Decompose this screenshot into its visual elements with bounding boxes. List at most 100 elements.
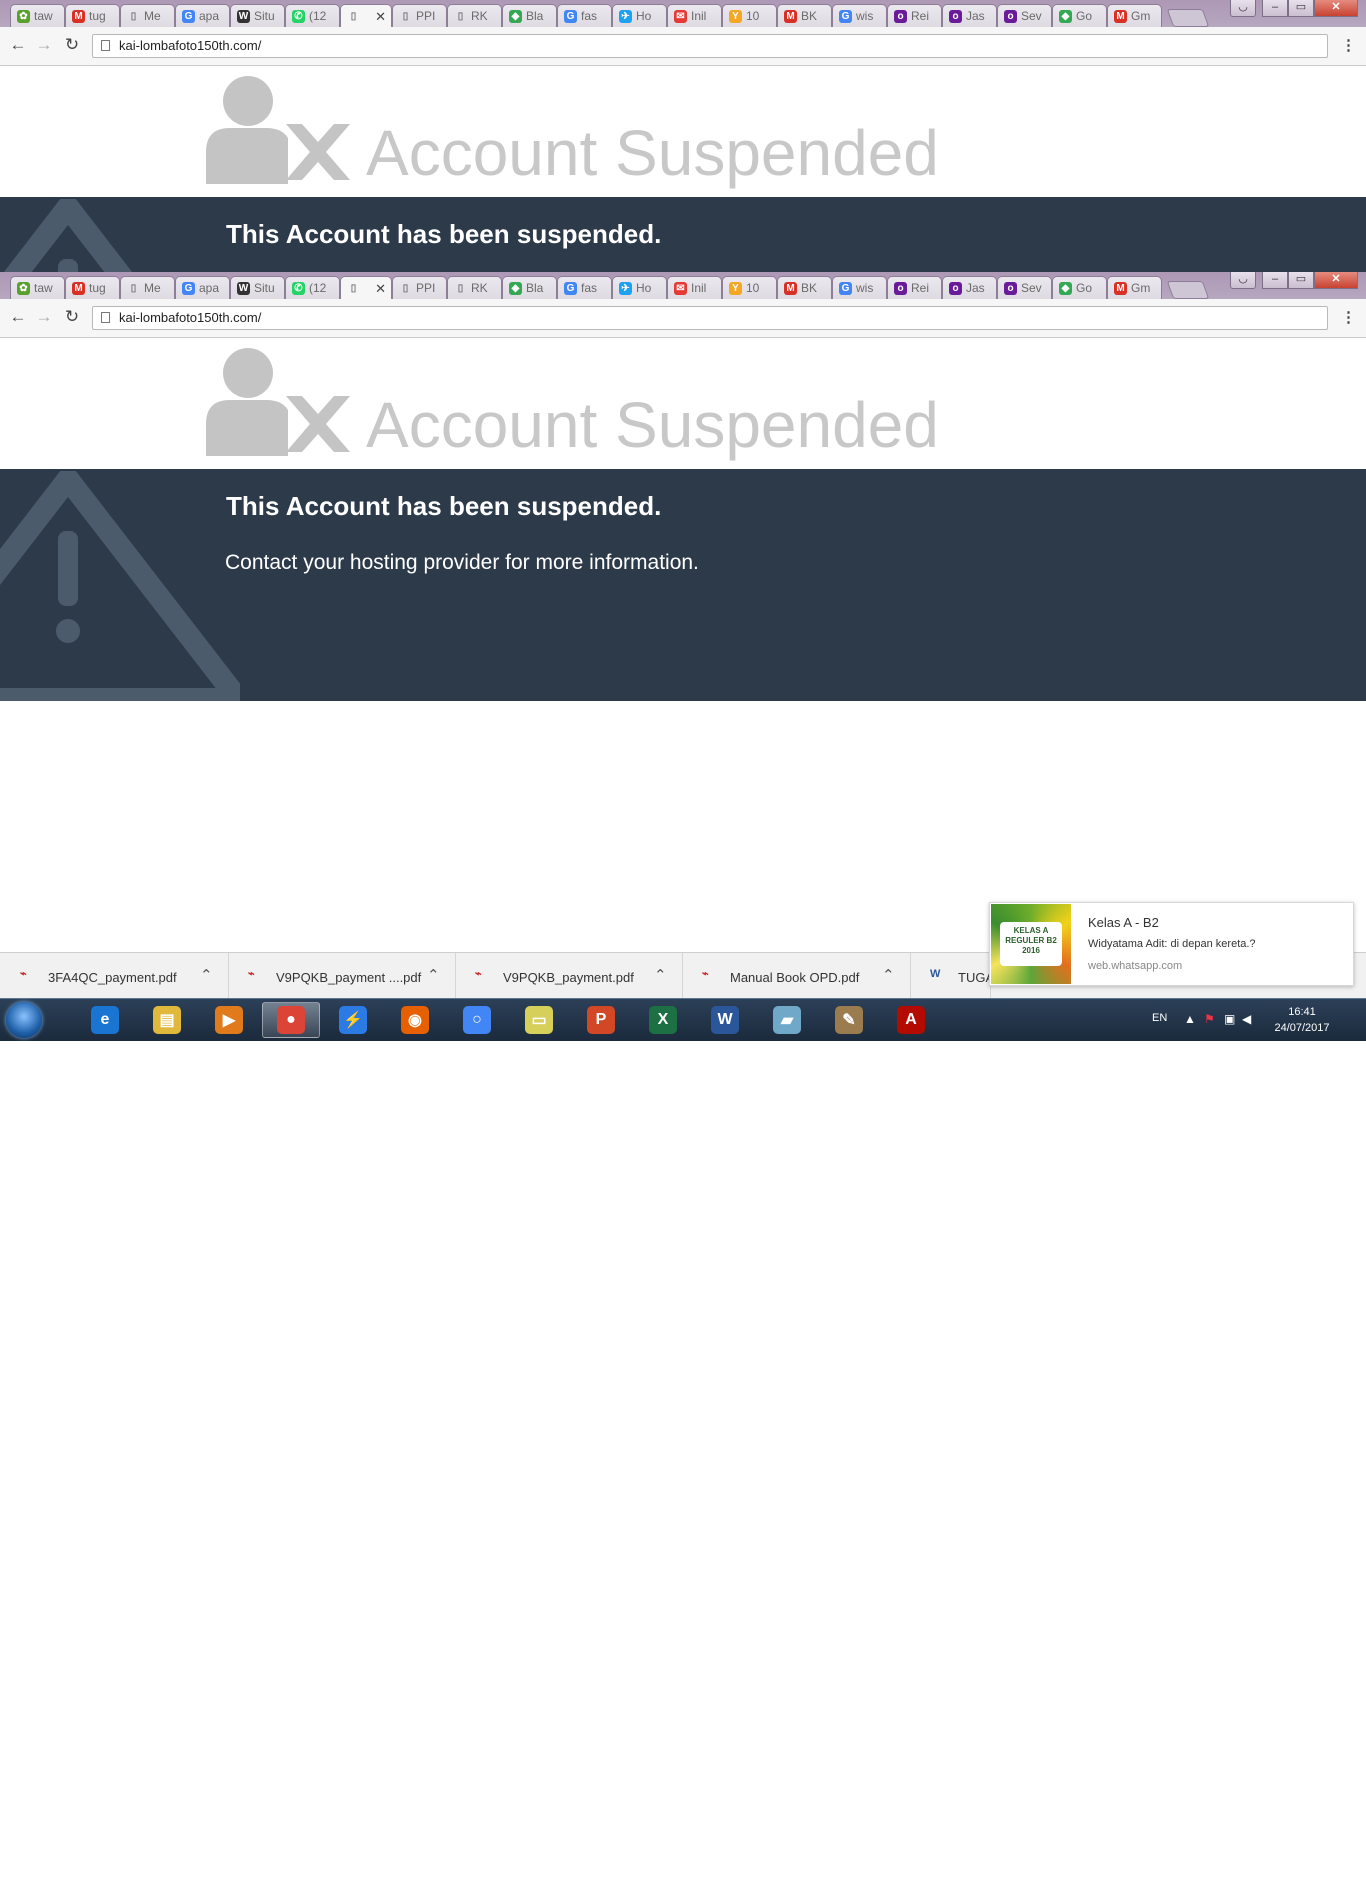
clock[interactable]: 16:41 24/07/2017	[1264, 1004, 1340, 1036]
download-item[interactable]: ⌁ V9PQKB_payment.pdf ⌃	[455, 953, 683, 999]
taskbar-app-button[interactable]: ▤	[138, 1002, 196, 1038]
browser-tab[interactable]: Y 10	[722, 276, 777, 299]
taskbar-app-button[interactable]: ●	[262, 1002, 320, 1038]
close-window-button[interactable]: ✕	[1314, 272, 1358, 289]
browser-tab[interactable]: ◆ Bla	[502, 4, 557, 27]
browser-tab[interactable]: M BK	[777, 276, 832, 299]
forward-icon[interactable]: →	[34, 35, 54, 55]
action-center-flag-icon[interactable]: ⚑	[1204, 1012, 1215, 1026]
browser-tab[interactable]: M Gm	[1107, 276, 1162, 299]
maximize-button[interactable]: ▭	[1288, 0, 1314, 17]
browser-tab[interactable]: ▯ PPI	[392, 4, 447, 27]
avatar-subtext: 2016	[1022, 946, 1040, 955]
taskbar-app-button[interactable]: ▰	[758, 1002, 816, 1038]
browser-tab[interactable]: ✆ (12	[285, 276, 340, 299]
browser-tab[interactable]: Gapa	[175, 4, 230, 27]
browser-tab[interactable]: ▯ ✕	[340, 4, 392, 27]
browser-tab[interactable]: M Gm	[1107, 4, 1162, 27]
close-window-button[interactable]: ✕	[1314, 0, 1358, 17]
reload-icon[interactable]: ↻	[62, 307, 82, 327]
download-item[interactable]: ⌁ 3FA4QC_payment.pdf ⌃	[0, 953, 229, 999]
browser-tab[interactable]: Mtug	[65, 4, 120, 27]
warning-icon	[0, 471, 240, 701]
taskbar-app-button[interactable]: ▭	[510, 1002, 568, 1038]
download-item[interactable]: W TUGAS	[910, 953, 1003, 999]
chevron-up-icon[interactable]: ⌃	[882, 966, 895, 984]
menu-icon[interactable]: ⋮	[1341, 308, 1356, 326]
address-bar[interactable]: kai-lombafoto150th.com/	[92, 306, 1328, 330]
browser-tab[interactable]: o Sev	[997, 4, 1052, 27]
taskbar-app-button[interactable]: W	[696, 1002, 754, 1038]
browser-tab[interactable]: ✆ (12	[285, 4, 340, 27]
new-tab-button[interactable]	[1166, 281, 1210, 299]
browser-tab[interactable]: Gfas	[557, 4, 612, 27]
menu-icon[interactable]: ⋮	[1341, 36, 1356, 54]
back-icon[interactable]: ←	[8, 307, 28, 327]
browser-tab[interactable]: o Jas	[942, 4, 997, 27]
minimize-button[interactable]: –	[1262, 272, 1288, 289]
browser-tab[interactable]: Gapa	[175, 276, 230, 299]
chevron-up-icon[interactable]: ⌃	[200, 966, 213, 984]
browser-tab[interactable]: o Jas	[942, 276, 997, 299]
browser-tab[interactable]: Gfas	[557, 276, 612, 299]
browser-tab[interactable]: ▯ RK	[447, 4, 502, 27]
chevron-up-icon[interactable]: ⌃	[427, 966, 440, 984]
browser-tab[interactable]: ✈ Ho	[612, 276, 667, 299]
download-item[interactable]: ⌁ Manual Book OPD.pdf ⌃	[682, 953, 911, 999]
language-indicator[interactable]: EN	[1152, 1012, 1167, 1024]
chevron-up-icon[interactable]: ⌃	[654, 966, 667, 984]
browser-tab[interactable]: ✈ Ho	[612, 4, 667, 27]
browser-tab[interactable]: Gwis	[832, 276, 887, 299]
browser-tab[interactable]: ▯ ✕	[340, 276, 392, 299]
browser-tab[interactable]: ◆ Bla	[502, 276, 557, 299]
taskbar-app-button[interactable]: X	[634, 1002, 692, 1038]
browser-tab[interactable]: ◆ Go	[1052, 276, 1107, 299]
taskbar-app-button[interactable]: ○	[448, 1002, 506, 1038]
taskbar-app-button[interactable]: ✎	[820, 1002, 878, 1038]
browser-tab[interactable]: M BK	[777, 4, 832, 27]
new-tab-button[interactable]	[1166, 9, 1210, 27]
browser-tab[interactable]: ▯ RK	[447, 276, 502, 299]
address-bar[interactable]: kai-lombafoto150th.com/	[92, 34, 1328, 58]
tab-label: (12	[309, 281, 327, 295]
browser-tab[interactable]: ✿ taw	[10, 276, 65, 299]
browser-tab[interactable]: ✉ Inil	[667, 276, 722, 299]
gmail-icon: M	[1114, 9, 1127, 23]
browser-tab[interactable]: W Situ	[230, 4, 285, 27]
profile-icon[interactable]: ◡	[1230, 272, 1256, 289]
back-icon[interactable]: ←	[8, 35, 28, 55]
taskbar-app-button[interactable]: ▶	[200, 1002, 258, 1038]
download-item[interactable]: ⌁ V9PQKB_payment ....pdf ⌃	[228, 953, 456, 999]
browser-tab[interactable]: Gwis	[832, 4, 887, 27]
close-tab-icon[interactable]: ✕	[375, 281, 386, 297]
network-icon[interactable]: ▣	[1224, 1012, 1235, 1026]
volume-icon[interactable]: ◀	[1242, 1012, 1251, 1026]
browser-tab[interactable]: Mtug	[65, 276, 120, 299]
reload-icon[interactable]: ↻	[62, 35, 82, 55]
browser-tab[interactable]: o Sev	[997, 276, 1052, 299]
forward-icon[interactable]: →	[34, 307, 54, 327]
browser-tab[interactable]: ▯ Me	[120, 4, 175, 27]
taskbar-app-button[interactable]: ◉	[386, 1002, 444, 1038]
taskbar-app-button[interactable]: P	[572, 1002, 630, 1038]
browser-tab[interactable]: ▯ Me	[120, 276, 175, 299]
taskbar-app-button[interactable]: A	[882, 1002, 940, 1038]
browser-tab[interactable]: ✿ taw	[10, 4, 65, 27]
browser-tab[interactable]: ✉ Inil	[667, 4, 722, 27]
browser-tab[interactable]: o Rei	[887, 4, 942, 27]
olx-icon: o	[894, 9, 907, 23]
browser-tab[interactable]: Y 10	[722, 4, 777, 27]
start-button[interactable]	[6, 1002, 42, 1038]
browser-tab[interactable]: o Rei	[887, 276, 942, 299]
minimize-button[interactable]: –	[1262, 0, 1288, 17]
browser-tab[interactable]: ◆ Go	[1052, 4, 1107, 27]
profile-icon[interactable]: ◡	[1230, 0, 1256, 17]
browser-tab[interactable]: ▯ PPI	[392, 276, 447, 299]
close-tab-icon[interactable]: ✕	[375, 9, 386, 25]
maximize-button[interactable]: ▭	[1288, 272, 1314, 289]
taskbar-app-button[interactable]: ⚡	[324, 1002, 382, 1038]
taskbar-app-button[interactable]: e	[76, 1002, 134, 1038]
notification-popup[interactable]: KELAS A REGULER B2 2016 Kelas A - B2 Wid…	[989, 902, 1354, 986]
show-hidden-icons-icon[interactable]: ▲	[1184, 1012, 1196, 1026]
browser-tab[interactable]: W Situ	[230, 276, 285, 299]
